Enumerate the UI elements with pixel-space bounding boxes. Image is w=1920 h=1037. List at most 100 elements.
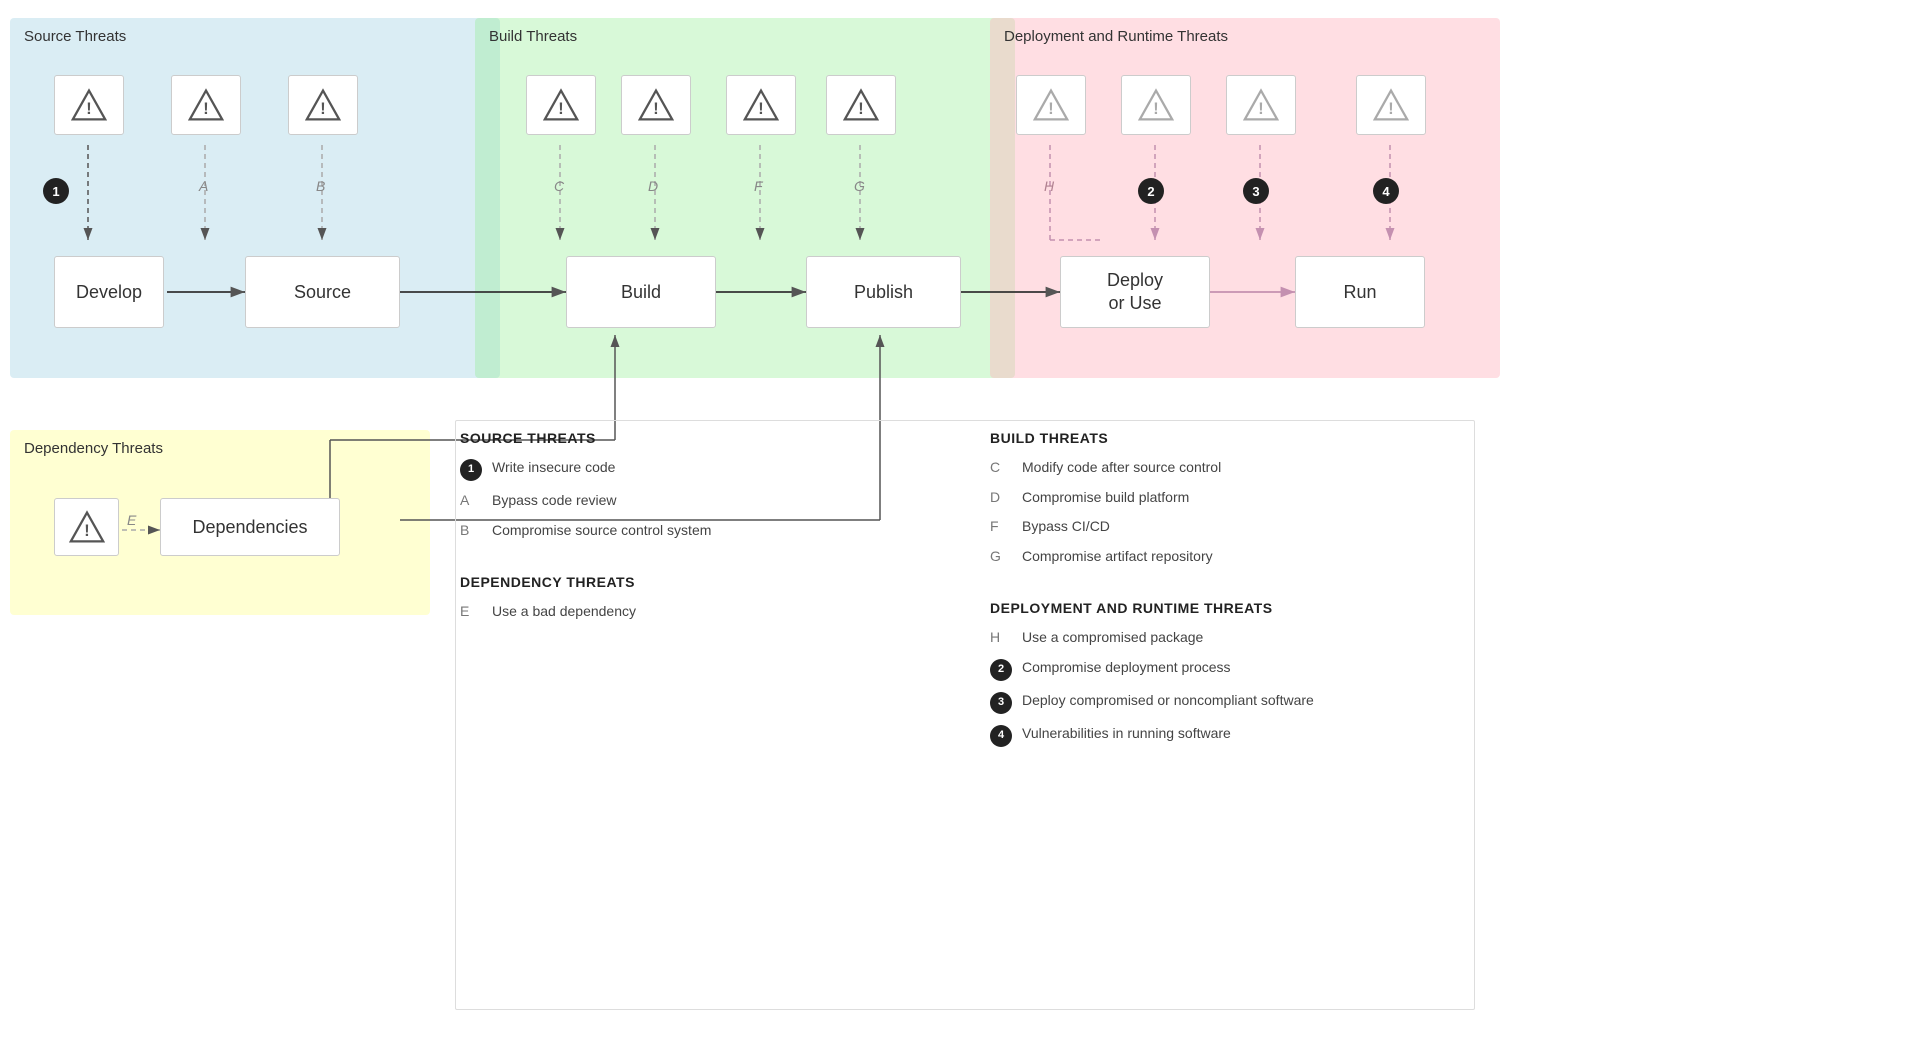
label-e-dep: E bbox=[127, 512, 136, 528]
legend-item-rt4: 4 Vulnerabilities in running software bbox=[990, 724, 1460, 747]
build-zone-label: Build Threats bbox=[489, 28, 577, 45]
threat-box-d: ! bbox=[621, 75, 691, 135]
source-node: Source bbox=[245, 256, 400, 328]
legend-letter-g: G bbox=[990, 547, 1012, 567]
legend-letter-h: H bbox=[990, 628, 1012, 648]
badge-2: 2 bbox=[1138, 178, 1164, 204]
legend-item-b: B Compromise source control system bbox=[460, 521, 930, 541]
label-h: H bbox=[1044, 178, 1054, 194]
svg-text:!: ! bbox=[84, 522, 89, 540]
legend-area: SOURCE THREATS 1 Write insecure code A B… bbox=[460, 430, 1460, 757]
svg-text:!: ! bbox=[320, 100, 325, 118]
legend-badge-rt2: 2 bbox=[990, 659, 1012, 681]
source-zone-label: Source Threats bbox=[24, 28, 126, 45]
legend-item-f: F Bypass CI/CD bbox=[990, 517, 1460, 537]
legend-letter-c: C bbox=[990, 458, 1012, 478]
svg-text:!: ! bbox=[203, 100, 208, 118]
legend-text-rt4: Vulnerabilities in running software bbox=[1022, 724, 1231, 744]
warning-icon-1: ! bbox=[71, 87, 107, 123]
warning-icon-2: ! bbox=[1138, 87, 1174, 123]
badge-3: 3 bbox=[1243, 178, 1269, 204]
badge-1: 1 bbox=[43, 178, 69, 204]
warning-icon-c: ! bbox=[543, 87, 579, 123]
svg-text:!: ! bbox=[558, 100, 563, 118]
dependency-threats-title: DEPENDENCY THREATS bbox=[460, 574, 930, 590]
legend-text-a: Bypass code review bbox=[492, 491, 617, 511]
threat-box-3: ! bbox=[1226, 75, 1296, 135]
legend-badge-rt3: 3 bbox=[990, 692, 1012, 714]
runtime-zone-label: Deployment and Runtime Threats bbox=[1004, 28, 1228, 45]
warning-icon-f: ! bbox=[743, 87, 779, 123]
legend-badge-1: 1 bbox=[460, 459, 482, 481]
threat-box-2: ! bbox=[1121, 75, 1191, 135]
label-b: B bbox=[316, 178, 325, 194]
label-g: G bbox=[854, 178, 865, 194]
legend-item-rt2: 2 Compromise deployment process bbox=[990, 658, 1460, 681]
runtime-threats-title: DEPLOYMENT AND RUNTIME THREATS bbox=[990, 600, 1460, 616]
legend-text-b: Compromise source control system bbox=[492, 521, 711, 541]
legend-letter-a: A bbox=[460, 491, 482, 511]
legend-letter-d: D bbox=[990, 488, 1012, 508]
label-c: C bbox=[554, 178, 564, 194]
legend-item-g: G Compromise artifact repository bbox=[990, 547, 1460, 567]
svg-text:!: ! bbox=[1258, 100, 1263, 118]
legend-text-e: Use a bad dependency bbox=[492, 602, 636, 622]
threat-box-c: ! bbox=[526, 75, 596, 135]
legend-letter-e: E bbox=[460, 602, 482, 622]
svg-text:!: ! bbox=[653, 100, 658, 118]
svg-text:!: ! bbox=[1153, 100, 1158, 118]
threat-box-b: ! bbox=[288, 75, 358, 135]
legend-text-1: Write insecure code bbox=[492, 458, 615, 478]
legend-text-h: Use a compromised package bbox=[1022, 628, 1203, 648]
warning-icon-4: ! bbox=[1373, 87, 1409, 123]
legend-text-f: Bypass CI/CD bbox=[1022, 517, 1110, 537]
svg-text:!: ! bbox=[858, 100, 863, 118]
legend-item-c: C Modify code after source control bbox=[990, 458, 1460, 478]
legend-badge-rt4: 4 bbox=[990, 725, 1012, 747]
warning-icon-h: ! bbox=[1033, 87, 1069, 123]
build-threats-title: BUILD THREATS bbox=[990, 430, 1460, 446]
warning-icon-d: ! bbox=[638, 87, 674, 123]
warning-icon-g: ! bbox=[843, 87, 879, 123]
legend-text-d: Compromise build platform bbox=[1022, 488, 1189, 508]
legend-col-right: BUILD THREATS C Modify code after source… bbox=[990, 430, 1460, 757]
threat-box-f: ! bbox=[726, 75, 796, 135]
legend-letter-f: F bbox=[990, 517, 1012, 537]
threat-box-g: ! bbox=[826, 75, 896, 135]
legend-item-d: D Compromise build platform bbox=[990, 488, 1460, 508]
dependency-zone-label: Dependency Threats bbox=[24, 440, 163, 457]
legend-columns: SOURCE THREATS 1 Write insecure code A B… bbox=[460, 430, 1460, 757]
legend-text-rt3: Deploy compromised or noncompliant softw… bbox=[1022, 691, 1314, 711]
run-node: Run bbox=[1295, 256, 1425, 328]
threat-box-h: ! bbox=[1016, 75, 1086, 135]
badge-4: 4 bbox=[1373, 178, 1399, 204]
label-a: A bbox=[199, 178, 208, 194]
legend-text-c: Modify code after source control bbox=[1022, 458, 1221, 478]
dependency-threat-box: ! bbox=[54, 498, 119, 556]
threat-box-a: ! bbox=[171, 75, 241, 135]
legend-item-a: A Bypass code review bbox=[460, 491, 930, 511]
label-f: F bbox=[754, 178, 763, 194]
legend-text-g: Compromise artifact repository bbox=[1022, 547, 1213, 567]
warning-icon-3: ! bbox=[1243, 87, 1279, 123]
publish-node: Publish bbox=[806, 256, 961, 328]
build-node: Build bbox=[566, 256, 716, 328]
legend-item-1: 1 Write insecure code bbox=[460, 458, 930, 481]
legend-letter-b: B bbox=[460, 521, 482, 541]
svg-text:!: ! bbox=[1048, 100, 1053, 118]
legend-item-rt3: 3 Deploy compromised or noncompliant sof… bbox=[990, 691, 1460, 714]
svg-text:!: ! bbox=[86, 100, 91, 118]
dependencies-node: Dependencies bbox=[160, 498, 340, 556]
label-d: D bbox=[648, 178, 658, 194]
legend-col-left: SOURCE THREATS 1 Write insecure code A B… bbox=[460, 430, 930, 757]
threat-box-4: ! bbox=[1356, 75, 1426, 135]
warning-icon-b: ! bbox=[305, 87, 341, 123]
warning-icon-dep: ! bbox=[69, 509, 105, 545]
deploy-node: Deploy or Use bbox=[1060, 256, 1210, 328]
legend-item-h: H Use a compromised package bbox=[990, 628, 1460, 648]
warning-icon-a: ! bbox=[188, 87, 224, 123]
diagram-area: Source Threats Build Threats Deployment … bbox=[0, 0, 1920, 1037]
svg-text:!: ! bbox=[1388, 100, 1393, 118]
threat-box-1: ! bbox=[54, 75, 124, 135]
svg-text:!: ! bbox=[758, 100, 763, 118]
